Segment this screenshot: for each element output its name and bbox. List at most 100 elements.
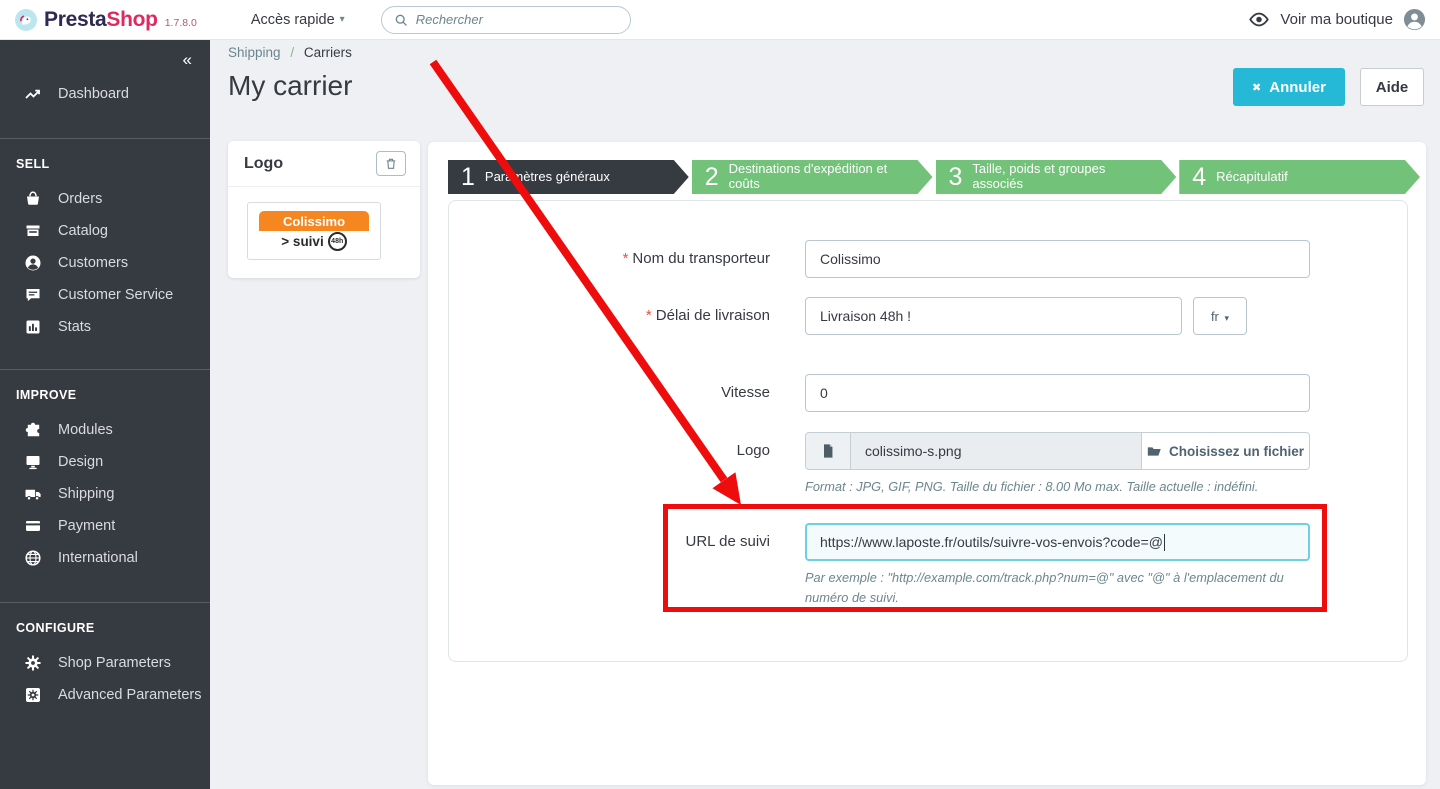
chat-icon	[24, 286, 42, 304]
user-avatar-icon[interactable]	[1403, 8, 1426, 31]
sidebar-section-sell: SELL	[0, 139, 210, 183]
help-button[interactable]: Aide	[1360, 68, 1424, 106]
wizard-step-4-summary[interactable]: 4 Récapitulatif	[1179, 160, 1420, 194]
sidebar-item-label: Orders	[58, 191, 102, 207]
sidebar-item-label: Modules	[58, 422, 113, 438]
required-mark: *	[646, 307, 652, 324]
collapse-sidebar-icon[interactable]: «	[183, 50, 190, 69]
breadcrumb: Shipping / Carriers	[228, 45, 352, 60]
puzzle-icon	[24, 421, 42, 439]
wizard-step-1-general-settings[interactable]: 1 Paramètres généraux	[448, 160, 689, 194]
sidebar-item-label: Customer Service	[58, 287, 173, 303]
sidebar-item-orders[interactable]: Orders	[0, 183, 210, 215]
logo-help-text: Format : JPG, GIF, PNG. Taille du fichie…	[805, 477, 1315, 497]
sidebar-item-international[interactable]: International	[0, 542, 210, 574]
sidebar-item-label: Design	[58, 454, 103, 470]
trending-up-icon	[24, 85, 42, 103]
x-icon: ✖	[1252, 81, 1261, 94]
sidebar-item-dashboard[interactable]: Dashboard	[0, 74, 210, 114]
language-selector-button[interactable]: fr ▾	[1193, 297, 1247, 335]
brand-wordmark: PrestaShop	[44, 8, 158, 32]
prestashop-logo-icon	[14, 8, 38, 32]
carrier-name-label: *Nom du transporteur	[448, 250, 770, 267]
step-label: Taille, poids et groupes associés	[972, 162, 1147, 192]
globe-icon	[24, 549, 42, 567]
speed-label: Vitesse	[448, 384, 770, 401]
sidebar-section-improve: IMPROVE	[0, 370, 210, 414]
sidebar-item-advanced-parameters[interactable]: Advanced Parameters	[0, 679, 210, 711]
choose-file-label: Choisissez un fichier	[1169, 444, 1304, 459]
colissimo-logo: Colissimo > suivi 48h	[259, 211, 369, 251]
eye-icon	[1248, 12, 1270, 27]
breadcrumb-shipping[interactable]: Shipping	[228, 45, 281, 60]
sidebar-item-payment[interactable]: Payment	[0, 510, 210, 542]
sidebar-item-label: Stats	[58, 319, 91, 335]
cancel-label: Annuler	[1269, 79, 1326, 96]
trash-icon	[384, 157, 398, 171]
required-mark: *	[623, 250, 629, 267]
carrier-logo-preview: Colissimo > suivi 48h	[247, 202, 381, 260]
sidebar-item-stats[interactable]: Stats	[0, 311, 210, 343]
basket-icon	[24, 190, 42, 208]
tracking-url-input[interactable]: https://www.laposte.fr/outils/suivre-vos…	[805, 523, 1310, 561]
logo-card: Logo Colissimo > suivi 48h	[228, 141, 420, 278]
transit-time-label: *Délai de livraison	[448, 307, 770, 324]
delete-logo-button[interactable]	[376, 151, 406, 176]
wizard-step-2-shipping-destinations[interactable]: 2 Destinations d'expédition et coûts	[692, 160, 933, 194]
logo-field-label: Logo	[448, 442, 770, 459]
wizard-step-3-size-weight-groups[interactable]: 3 Taille, poids et groupes associés	[936, 160, 1177, 194]
view-shop-link[interactable]: Voir ma boutique	[1280, 11, 1393, 28]
sidebar-item-customer-service[interactable]: Customer Service	[0, 279, 210, 311]
version-label: 1.7.8.0	[165, 17, 197, 29]
search-input[interactable]	[416, 12, 618, 27]
sidebar-item-shop-parameters[interactable]: Shop Parameters	[0, 647, 210, 679]
cancel-button[interactable]: ✖ Annuler	[1233, 68, 1345, 106]
sidebar-item-label: International	[58, 550, 138, 566]
quick-access-dropdown[interactable]: Accès rapide ▾	[251, 12, 345, 28]
folder-open-icon	[1147, 444, 1162, 459]
logo-filename: colissimo-s.png	[851, 433, 1141, 469]
sidebar-item-catalog[interactable]: Catalog	[0, 215, 210, 247]
global-search[interactable]	[381, 6, 631, 34]
carrier-name-input[interactable]	[805, 240, 1310, 278]
page-title: My carrier	[228, 70, 352, 102]
transit-time-input[interactable]	[805, 297, 1182, 335]
sidebar-item-label: Shipping	[58, 486, 114, 502]
sidebar-item-label: Catalog	[58, 223, 108, 239]
sidebar-item-modules[interactable]: Modules	[0, 414, 210, 446]
logo-card-title: Logo	[244, 155, 283, 173]
sidebar-item-label: Dashboard	[58, 86, 129, 102]
prestashop-logo[interactable]: PrestaShop 1.7.8.0	[14, 8, 197, 32]
step-label: Destinations d'expédition et coûts	[729, 162, 904, 192]
logo-file-input: colissimo-s.png Choisissez un fichier	[805, 432, 1310, 470]
gear-square-icon	[24, 686, 42, 704]
tracking-url-label: URL de suivi	[448, 533, 770, 550]
speed-input[interactable]	[805, 374, 1310, 412]
tracking-url-help-text: Par exemple : "http://example.com/track.…	[805, 568, 1315, 608]
sidebar-item-shipping[interactable]: Shipping	[0, 478, 210, 510]
step-number: 3	[949, 160, 963, 194]
chevron-down-icon: ▾	[340, 14, 345, 25]
quick-access-label: Accès rapide	[251, 12, 335, 28]
sidebar-item-label: Shop Parameters	[58, 655, 171, 671]
text-cursor	[1164, 534, 1165, 551]
file-icon	[820, 443, 836, 459]
sidebar-item-label: Payment	[58, 518, 115, 534]
colissimo-logo-title: Colissimo	[259, 211, 369, 231]
breadcrumb-carriers[interactable]: Carriers	[304, 45, 352, 60]
step-number: 2	[705, 160, 719, 194]
sidebar-item-customers[interactable]: Customers	[0, 247, 210, 279]
credit-card-icon	[24, 517, 42, 535]
file-icon-cell	[806, 433, 851, 469]
wizard-steps: 1 Paramètres généraux 2 Destinations d'e…	[448, 160, 1420, 194]
breadcrumb-separator: /	[290, 45, 294, 60]
sidebar-item-design[interactable]: Design	[0, 446, 210, 478]
gear-icon	[24, 654, 42, 672]
sidebar-section-configure: CONFIGURE	[0, 603, 210, 647]
colissimo-48h-badge: 48h	[328, 232, 347, 251]
step-number: 1	[461, 160, 475, 194]
person-icon	[24, 254, 42, 272]
bar-chart-icon	[24, 318, 42, 336]
sidebar: « Dashboard SELL Orders Catalog Customer…	[0, 40, 210, 789]
choose-file-button[interactable]: Choisissez un fichier	[1141, 433, 1309, 469]
